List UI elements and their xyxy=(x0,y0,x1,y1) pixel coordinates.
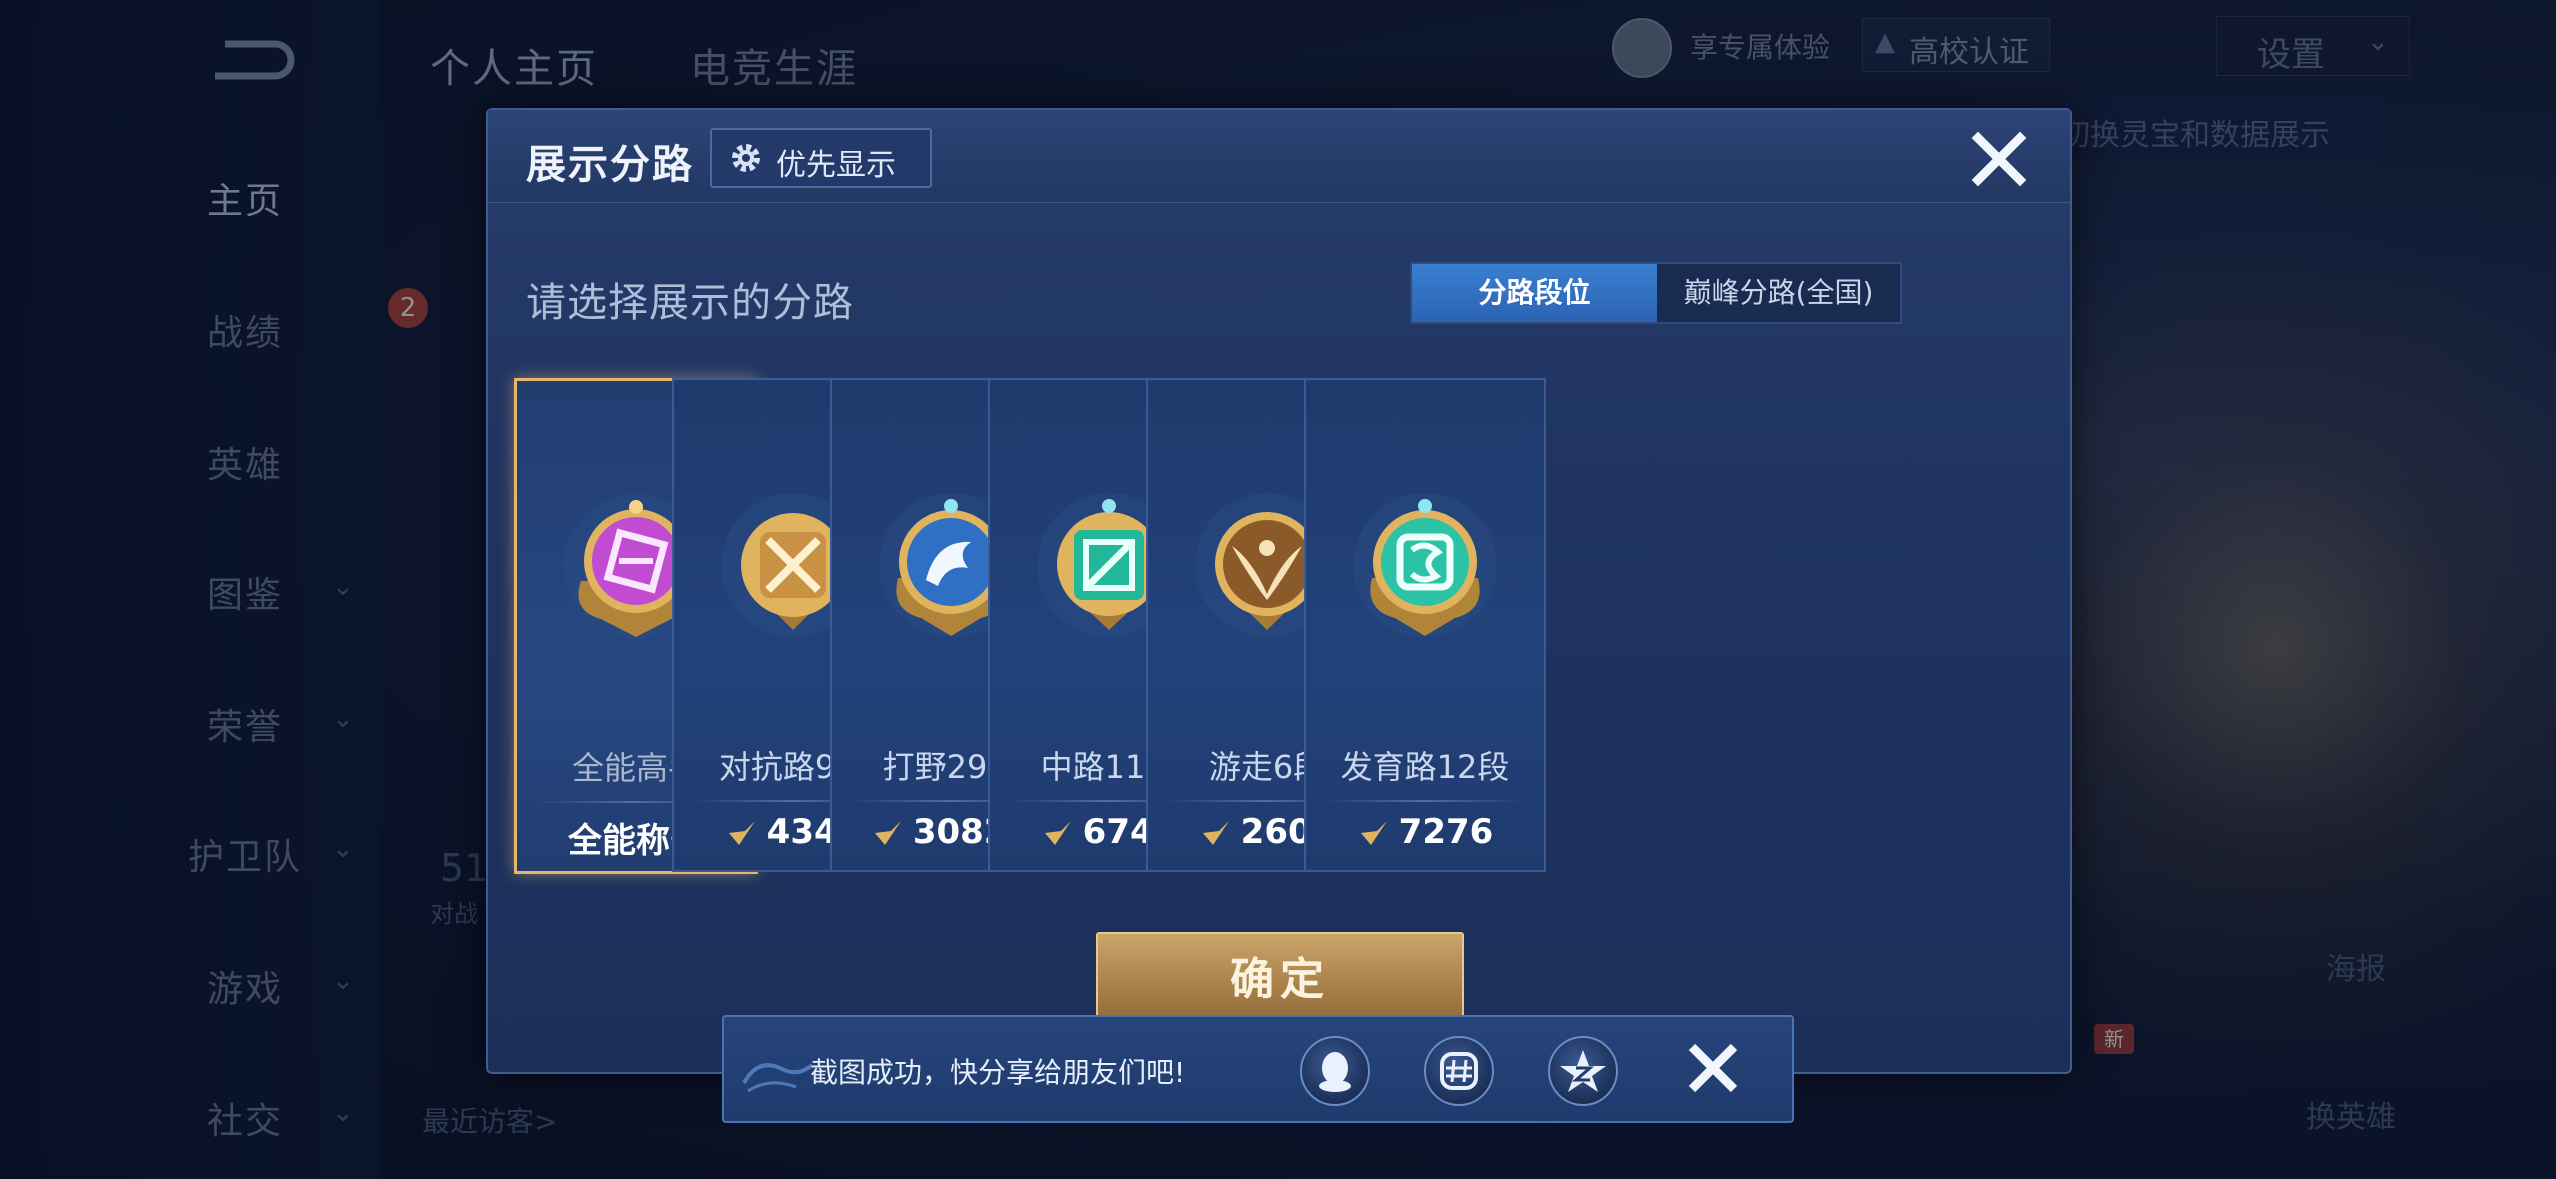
qq-icon[interactable] xyxy=(1300,1036,1370,1106)
segment-control: 分路段位 巅峰分路(全国) xyxy=(1410,262,1902,324)
farm-lane-badge-icon xyxy=(1353,493,1497,637)
screenshot-share-toast: 截图成功，快分享给朋友们吧! xyxy=(722,1015,1794,1123)
points-icon xyxy=(728,821,755,845)
card-value-text: 7276 xyxy=(1398,812,1494,852)
toast-message: 截图成功，快分享给朋友们吧! xyxy=(810,1056,1186,1089)
qzone-icon[interactable] xyxy=(1548,1036,1618,1106)
points-icon xyxy=(1044,821,1071,845)
segment-lane-rank[interactable]: 分路段位 xyxy=(1412,264,1657,322)
modal-title: 展示分路 xyxy=(526,142,694,188)
card-value: 7276 xyxy=(1306,812,1544,852)
wechat-moments-icon[interactable] xyxy=(1424,1036,1494,1106)
cloud-swirl-icon xyxy=(742,1063,814,1093)
lane-card-farm[interactable]: 发育路12段 7276 xyxy=(1304,378,1546,872)
points-icon xyxy=(1360,821,1387,845)
points-icon xyxy=(1202,821,1229,845)
section-subtitle: 请选择展示的分路 xyxy=(526,280,854,326)
close-icon[interactable] xyxy=(1682,1037,1744,1099)
close-icon[interactable] xyxy=(1968,128,2030,190)
card-name: 发育路12段 xyxy=(1340,748,1510,786)
segment-peak-lane-national[interactable]: 巅峰分路(全国) xyxy=(1657,264,1900,322)
priority-display-button[interactable]: 优先显示 xyxy=(710,128,932,188)
priority-display-label: 优先显示 xyxy=(776,148,896,183)
lane-display-modal: 展示分路 优先显示 请选择展示的分路 分路段位 巅峰分路(全国) 全能高手 全能… xyxy=(486,108,2072,1074)
points-icon xyxy=(874,821,901,845)
card-divider xyxy=(1324,800,1524,802)
gear-icon xyxy=(732,144,760,172)
